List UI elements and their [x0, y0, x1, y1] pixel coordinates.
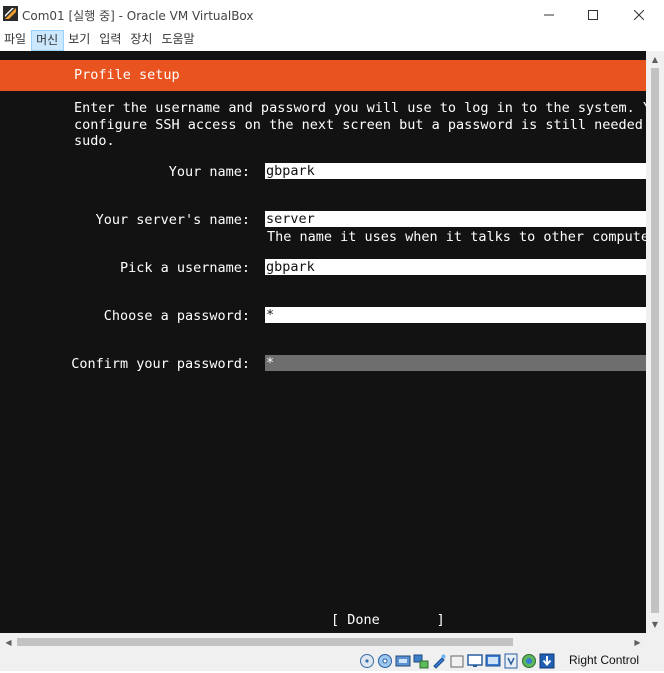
network-icon[interactable]	[413, 653, 429, 669]
password-label: Choose a password:	[103, 308, 250, 324]
scroll-up-icon[interactable]: ▲	[646, 51, 664, 68]
vertical-scroll-thumb[interactable]	[651, 68, 659, 613]
menu-file[interactable]: 파일	[0, 30, 31, 51]
minimize-icon	[544, 14, 554, 16]
video-capture-icon[interactable]	[485, 653, 501, 669]
menu-machine[interactable]: 머신	[31, 30, 65, 51]
horizontal-scrollbar[interactable]: ◀ ▶	[0, 633, 646, 651]
intro-line: sudo.	[74, 133, 115, 149]
minimize-button[interactable]	[526, 0, 572, 30]
your-name-input[interactable]: gbpark	[265, 163, 646, 179]
scroll-corner	[646, 633, 664, 651]
server-name-input[interactable]: server	[265, 211, 646, 227]
username-input[interactable]: gbpark	[265, 259, 646, 275]
menu-help[interactable]: 도움말	[157, 30, 199, 51]
confirm-password-input[interactable]: *	[265, 355, 646, 371]
scroll-left-icon[interactable]: ◀	[0, 633, 17, 651]
horizontal-scroll-thumb[interactable]	[17, 638, 513, 646]
virtualbox-app-icon	[3, 6, 18, 21]
your-name-label: Your name:	[168, 164, 250, 180]
close-icon	[634, 10, 644, 20]
username-label: Pick a username:	[119, 260, 250, 276]
server-name-hint: The name it uses when it talks to other …	[267, 229, 646, 245]
scroll-down-icon[interactable]: ▼	[646, 616, 664, 633]
menu-bar: 파일 머신 보기 입력 장치 도움말	[0, 30, 664, 51]
hard-disk-icon[interactable]	[359, 653, 375, 669]
intro-text: Enter the username and password you will…	[74, 100, 646, 150]
host-key-icon[interactable]	[539, 653, 555, 669]
scroll-right-icon[interactable]: ▶	[629, 633, 646, 651]
host-key-label: Right Control	[569, 653, 640, 667]
virtualization-icon[interactable]	[503, 653, 519, 669]
close-button[interactable]	[616, 0, 662, 30]
maximize-button[interactable]	[570, 0, 616, 30]
window-title: Com01 [실행 중] - Oracle VM VirtualBox	[22, 9, 254, 23]
installer-header: Profile setup	[0, 60, 646, 91]
confirm-password-label: Confirm your password:	[71, 356, 250, 372]
shared-folders-icon[interactable]	[449, 653, 465, 669]
optical-drive-icon[interactable]	[377, 653, 393, 669]
display-icon[interactable]	[467, 653, 483, 669]
server-name-label: Your server's name:	[95, 212, 250, 228]
vm-screen[interactable]: Profile setup Enter the username and pas…	[0, 51, 646, 633]
menu-devices[interactable]: 장치	[126, 30, 157, 51]
done-button[interactable]: [ Done ]	[331, 612, 445, 628]
usb-icon[interactable]	[431, 653, 447, 669]
menu-input[interactable]: 입력	[95, 30, 126, 51]
menu-view[interactable]: 보기	[64, 30, 95, 51]
page-title: Profile setup	[74, 67, 180, 83]
title-bar: Com01 [실행 중] - Oracle VM VirtualBox	[0, 0, 664, 30]
intro-line: Enter the username and password you will…	[74, 100, 646, 116]
mouse-integration-icon[interactable]	[521, 653, 537, 669]
vertical-scrollbar[interactable]: ▲ ▼	[646, 51, 664, 633]
password-input[interactable]: *	[265, 307, 646, 323]
intro-line: configure SSH access on the next screen …	[74, 116, 646, 133]
audio-icon[interactable]	[395, 653, 411, 669]
status-bar: Right Control	[0, 651, 664, 671]
maximize-icon	[588, 10, 598, 20]
